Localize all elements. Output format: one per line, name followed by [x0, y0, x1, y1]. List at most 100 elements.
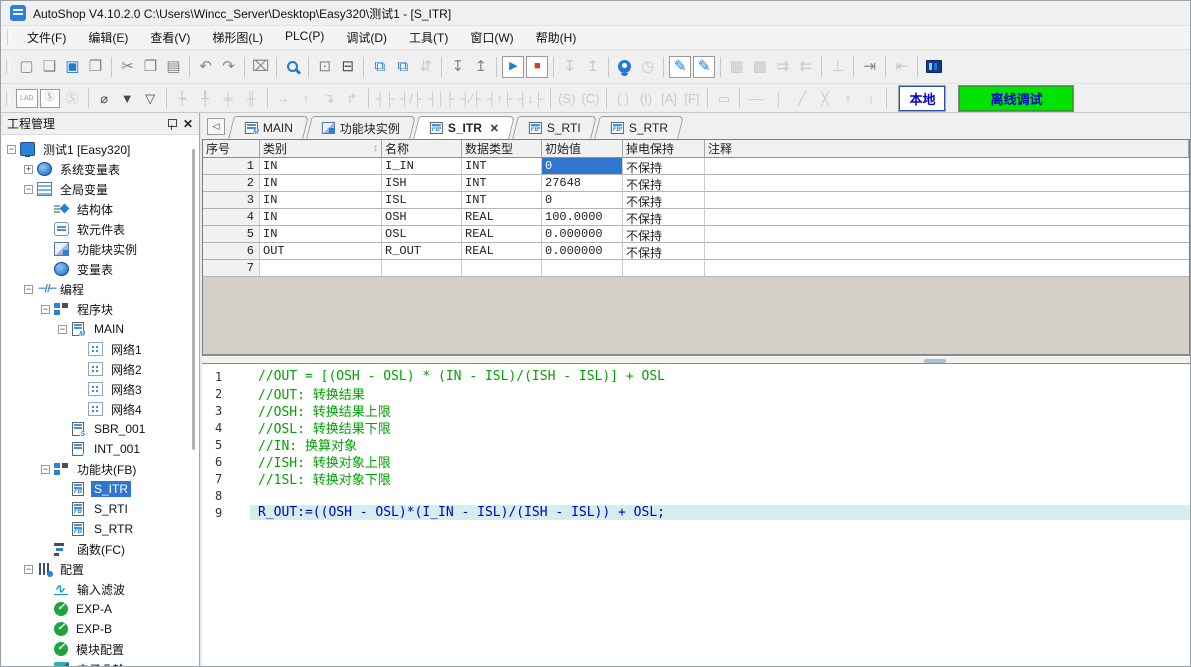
cell-retain[interactable]: 不保持 — [623, 209, 705, 226]
tree-item-变量表[interactable]: 变量表 — [1, 259, 199, 279]
tree-expander-icon[interactable]: − — [41, 465, 50, 474]
save-button[interactable]: ▣ — [61, 55, 84, 79]
export-table-button[interactable]: ↥ — [469, 55, 492, 79]
code-line-2[interactable]: 2//OUT: 转换结果 — [202, 385, 1190, 402]
tree-item-配置[interactable]: −配置 — [1, 559, 199, 579]
cell-cat[interactable]: OUT — [260, 243, 382, 260]
cell-name[interactable]: I_IN — [382, 158, 462, 175]
cell-type[interactable]: REAL — [462, 226, 542, 243]
tree-item-功能块实例[interactable]: 功能块实例 — [1, 239, 199, 259]
cell-num[interactable]: 1 — [203, 158, 260, 175]
tree-expander-icon[interactable]: − — [24, 185, 33, 194]
tree-item-系统变量表[interactable]: +系统变量表 — [1, 159, 199, 179]
paste-button[interactable]: ▤ — [162, 55, 185, 79]
tree-expander-icon[interactable]: + — [24, 165, 33, 174]
new-file-button[interactable]: ▢ — [15, 55, 38, 79]
column-header-init[interactable]: 初始值 — [542, 140, 623, 158]
tree-expander-icon[interactable]: − — [24, 565, 33, 574]
cell-retain[interactable]: 不保持 — [623, 158, 705, 175]
menu-file[interactable]: 文件(F) — [16, 26, 77, 49]
tab-fb-instance[interactable]: 功能块实例 — [306, 116, 416, 139]
cell-type[interactable]: REAL — [462, 209, 542, 226]
tab-s-rtr[interactable]: S_RTR — [594, 116, 684, 139]
menu-plc[interactable]: PLC(P) — [274, 26, 335, 49]
cell-name[interactable]: OSH — [382, 209, 462, 226]
menu-help[interactable]: 帮助(H) — [525, 26, 588, 49]
monitor-button[interactable] — [613, 55, 636, 79]
close-panel-icon[interactable]: ✕ — [183, 117, 193, 131]
tree-item-网络2[interactable]: 网络2 — [1, 359, 199, 379]
cell-init[interactable]: 0 — [542, 192, 623, 209]
cell-comment[interactable] — [705, 175, 1189, 192]
tab-s-rti[interactable]: S_RTI — [512, 116, 597, 139]
cell-name[interactable]: ISH — [382, 175, 462, 192]
undo-button[interactable]: ↶ — [194, 55, 217, 79]
cell-init[interactable]: 100.0000 — [542, 209, 623, 226]
cell-comment[interactable] — [705, 243, 1189, 260]
cell-type[interactable]: INT — [462, 158, 542, 175]
insert-divider-button[interactable]: ⌀ — [93, 88, 116, 108]
cell-num[interactable]: 5 — [203, 226, 260, 243]
cell-comment[interactable] — [705, 209, 1189, 226]
cell-name[interactable]: ISL — [382, 192, 462, 209]
tree-expander-icon[interactable]: − — [41, 305, 50, 314]
tree-item-函数(FC)[interactable]: 函数(FC) — [1, 539, 199, 559]
cell-retain[interactable]: 不保持 — [623, 175, 705, 192]
column-header-num[interactable]: 序号 — [203, 140, 260, 158]
cell-name[interactable]: R_OUT — [382, 243, 462, 260]
st-editor-button[interactable]: Ⓢ — [61, 88, 84, 108]
local-mode-button[interactable]: 本地 — [899, 86, 945, 111]
cell-name[interactable] — [382, 260, 462, 277]
print-button[interactable]: ⊟ — [336, 55, 359, 79]
pin-icon[interactable] — [166, 118, 177, 130]
tree-item-网络1[interactable]: 网络1 — [1, 339, 199, 359]
insert-down-button[interactable]: ▽ — [139, 88, 162, 108]
redo-button[interactable]: ↷ — [217, 55, 240, 79]
column-header-comment[interactable]: 注释 — [705, 140, 1189, 158]
tree-item-电子凸轮[interactable]: 电子凸轮 — [1, 659, 199, 666]
code-line-5[interactable]: 5//IN: 换算对象 — [202, 436, 1190, 453]
cell-name[interactable]: OSL — [382, 226, 462, 243]
tree-item-S_RTI[interactable]: S_RTI — [1, 499, 199, 519]
tree-item-S_ITR[interactable]: S_ITR — [1, 479, 199, 499]
cell-type[interactable]: REAL — [462, 243, 542, 260]
cell-cat[interactable]: IN — [260, 158, 382, 175]
cut-button[interactable]: ✂ — [116, 55, 139, 79]
tree-item-MAIN[interactable]: −MAIN — [1, 319, 199, 339]
tree-item-模块配置[interactable]: 模块配置 — [1, 639, 199, 659]
tab-main[interactable]: MAIN — [228, 116, 309, 139]
splitter-handle[interactable] — [924, 359, 946, 363]
cell-retain[interactable]: 不保持 — [623, 226, 705, 243]
cell-type[interactable]: INT — [462, 175, 542, 192]
tree-item-软元件表[interactable]: 软元件表 — [1, 219, 199, 239]
menu-edit[interactable]: 编辑(E) — [77, 26, 139, 49]
tree-item-输入滤波[interactable]: 输入滤波 — [1, 579, 199, 599]
online-edit-button[interactable]: ✎ — [693, 56, 715, 78]
tree-expander-icon[interactable]: − — [24, 285, 33, 294]
tree-item-全局变量[interactable]: −全局变量 — [1, 179, 199, 199]
lad-editor-button[interactable]: LAD — [16, 89, 38, 108]
tree-item-EXP-A[interactable]: EXP-A — [1, 599, 199, 619]
code-line-8[interactable]: 8 — [202, 487, 1190, 504]
tree-scrollbar-thumb[interactable] — [192, 149, 195, 450]
cell-cat[interactable]: IN — [260, 226, 382, 243]
tree-expander-icon[interactable]: − — [58, 325, 67, 334]
cell-init[interactable] — [542, 260, 623, 277]
tree-item-EXP-B[interactable]: EXP-B — [1, 619, 199, 639]
open-project-button[interactable]: ❏ — [38, 55, 61, 79]
login-button[interactable]: ⇥ — [858, 55, 881, 79]
cell-type[interactable]: INT — [462, 192, 542, 209]
code-line-6[interactable]: 6//ISH: 转换对象上限 — [202, 453, 1190, 470]
cell-cat[interactable]: IN — [260, 192, 382, 209]
cell-init[interactable]: 27648 — [542, 175, 623, 192]
cell-cat[interactable] — [260, 260, 382, 277]
tree-expander-icon[interactable]: − — [7, 145, 16, 154]
cascade-windows-button[interactable]: ⧉ — [368, 55, 391, 79]
cell-num[interactable]: 3 — [203, 192, 260, 209]
memory-monitor-button[interactable] — [922, 55, 945, 79]
cell-comment[interactable] — [705, 192, 1189, 209]
tree-item-网络4[interactable]: 网络4 — [1, 399, 199, 419]
tree-item-程序块[interactable]: −程序块 — [1, 299, 199, 319]
menu-debug[interactable]: 调试(D) — [335, 26, 398, 49]
tab-s-itr[interactable]: S_ITR✕ — [413, 116, 515, 139]
